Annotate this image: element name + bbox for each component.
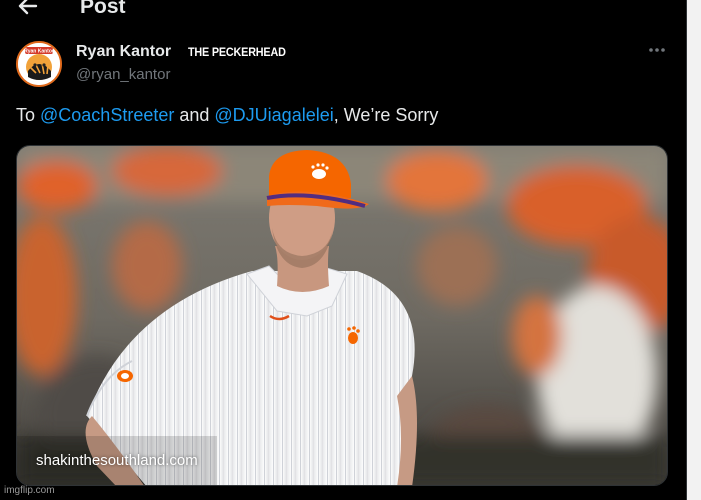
mention-djuiagalelei[interactable]: @DJUiagalelei	[214, 105, 333, 125]
post-text-middle: and	[174, 105, 215, 125]
media-watermark: shakinthesouthland.com	[36, 452, 198, 469]
top-bar: Post	[0, 0, 686, 22]
page-margin-strip	[687, 0, 701, 500]
avatar-logo-text: Ryan Kantor	[24, 49, 54, 55]
meme-caption: THE PECKERHEAD	[188, 45, 286, 59]
back-button[interactable]	[16, 0, 40, 18]
post-text: To @CoachStreeter and @DJUiagalelei, We’…	[16, 105, 438, 126]
avatar[interactable]: Ryan Kantor	[16, 41, 62, 87]
more-options-button[interactable]	[646, 40, 668, 60]
post-media-image[interactable]: shakinthesouthland.com	[16, 145, 668, 486]
post-text-suffix: , We’re Sorry	[333, 105, 439, 125]
page-title: Post	[80, 0, 126, 18]
author-display-name[interactable]: Ryan Kantor	[76, 43, 171, 61]
mention-coachstreeter[interactable]: @CoachStreeter	[40, 105, 174, 125]
more-horizontal-icon	[649, 48, 665, 52]
author-handle[interactable]: @ryan_kantor	[76, 66, 170, 83]
arrow-left-icon	[18, 0, 38, 15]
post-text-prefix: To	[16, 105, 41, 125]
imgflip-watermark: imgflip.com	[4, 485, 55, 496]
